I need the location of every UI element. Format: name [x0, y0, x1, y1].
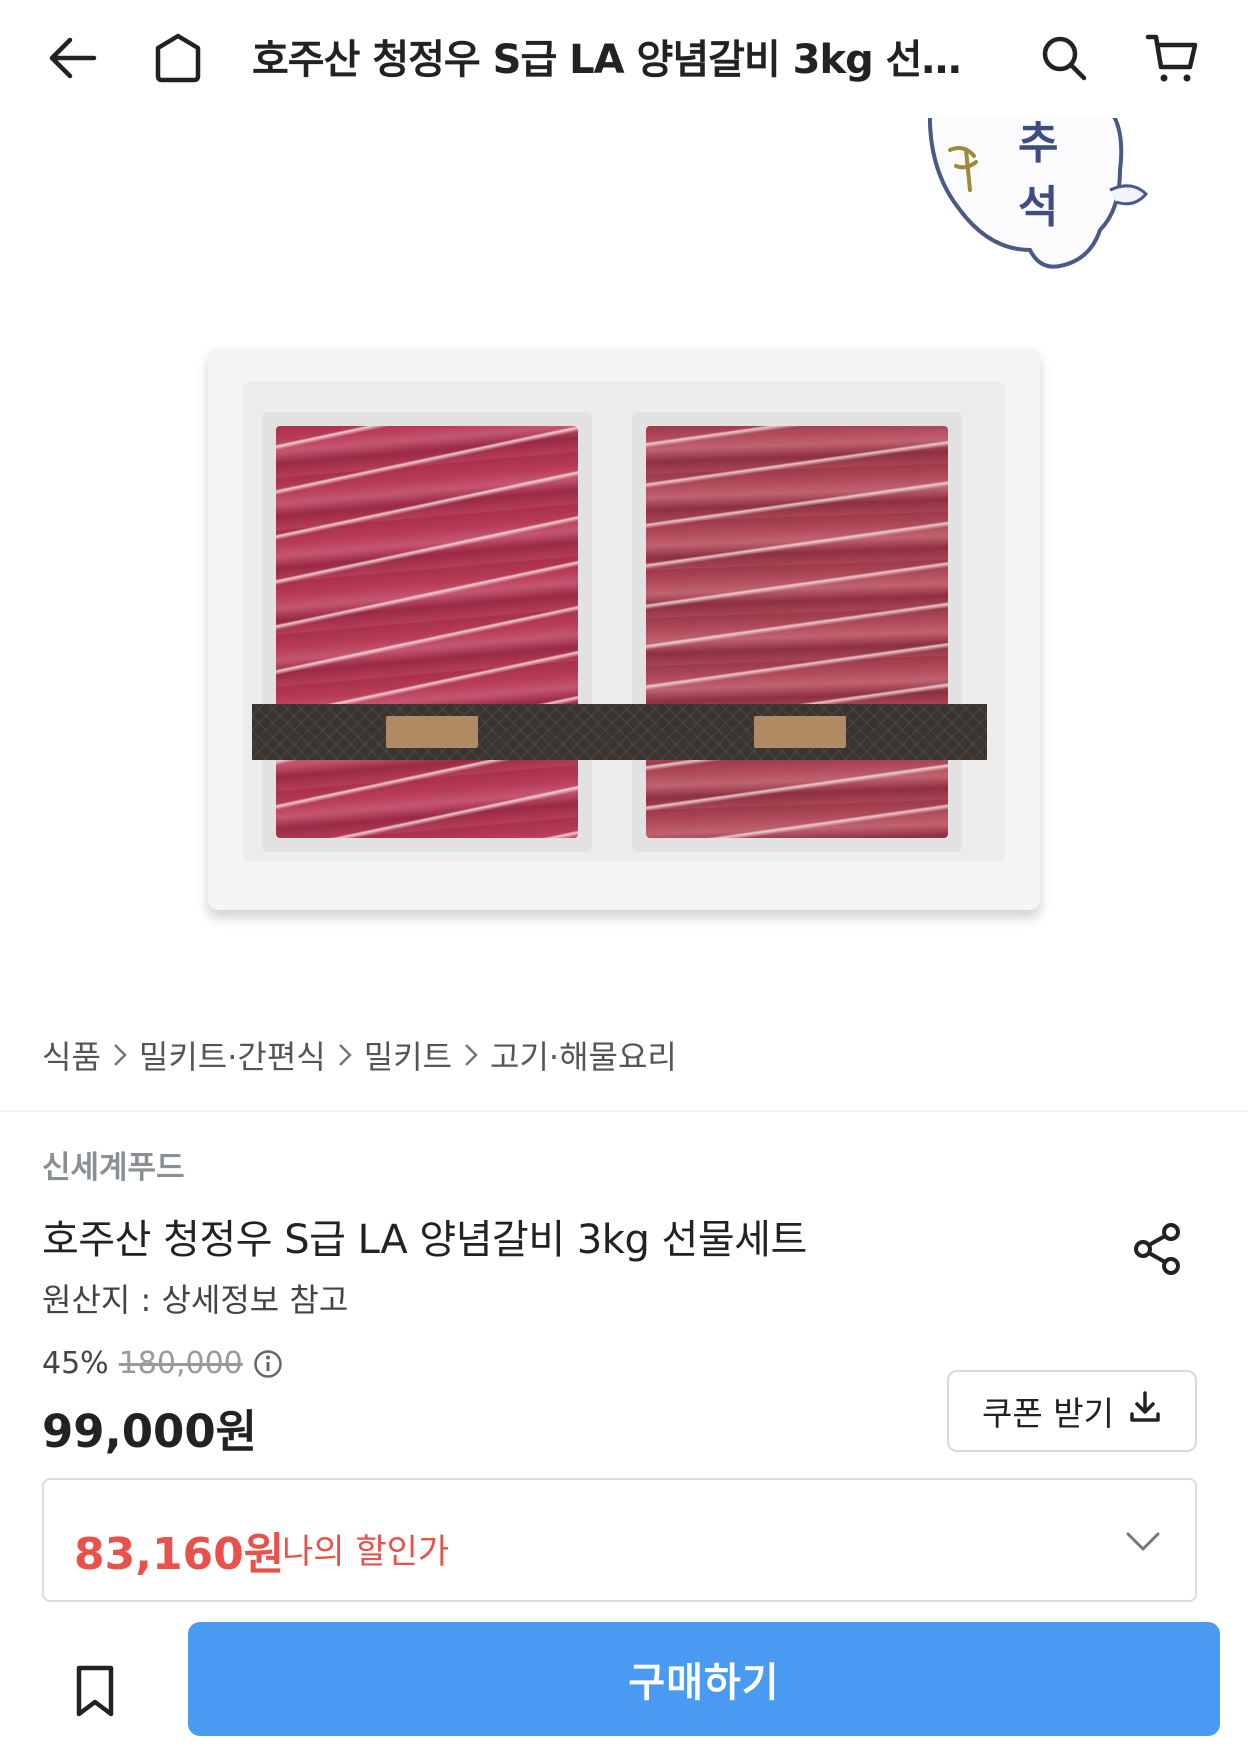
badge-text-2: 석 — [1018, 182, 1058, 233]
chevron-right-icon — [464, 1043, 478, 1067]
search-icon[interactable] — [1032, 26, 1096, 90]
tray-compartment-right — [632, 412, 962, 852]
origin-info: 원산지 : 상세정보 참고 — [42, 1281, 349, 1319]
tray-compartment-left — [262, 412, 592, 852]
share-icon[interactable] — [1130, 1218, 1186, 1280]
my-discount-price: 83,160원 — [74, 1529, 285, 1580]
discount-rate: 45% — [42, 1346, 109, 1381]
top-bar: 호주산 청정우 S급 LA 양념갈비 3kg 선물세트 — [0, 0, 1248, 118]
cart-icon[interactable] — [1140, 26, 1204, 90]
chevron-right-icon — [113, 1043, 127, 1067]
home-icon[interactable] — [146, 26, 210, 90]
gift-tray — [208, 348, 1040, 910]
original-price: 180,000 — [118, 1346, 243, 1381]
discount-row: 45% 180,000 — [42, 1346, 283, 1381]
galbi-meat-right — [646, 426, 948, 838]
sale-price: 99,000원 — [42, 1405, 258, 1458]
buy-button[interactable]: 구매하기 — [188, 1622, 1220, 1736]
download-icon — [1128, 1390, 1162, 1432]
bottom-action-bar: 구매하기 — [0, 1622, 1248, 1759]
breadcrumb-item-mealkit-convenience[interactable]: 밀키트·간편식 — [139, 1032, 326, 1078]
breadcrumb-item-mealkit[interactable]: 밀키트 — [364, 1032, 452, 1078]
band-label-right — [754, 716, 846, 748]
section-divider — [0, 1110, 1248, 1112]
package-band — [252, 704, 987, 760]
back-icon[interactable] — [40, 26, 104, 90]
page-title: 호주산 청정우 S급 LA 양념갈비 3kg 선물세트 — [252, 37, 972, 83]
my-discount-price-box[interactable]: 83,160원 나의 할인가 — [42, 1478, 1197, 1602]
my-discount-label: 나의 할인가 — [282, 1532, 450, 1572]
breadcrumb-item-meat-seafood[interactable]: 고기·해물요리 — [490, 1032, 677, 1078]
coupon-button-label: 쿠폰 받기 — [982, 1394, 1114, 1433]
breadcrumb: 식품 밀키트·간편식 밀키트 고기·해물요리 — [42, 1030, 677, 1080]
brand-name[interactable]: 신세계푸드 — [42, 1142, 185, 1187]
bookmark-icon[interactable] — [64, 1656, 126, 1726]
galbi-meat-left — [276, 426, 578, 838]
product-image[interactable]: 추 석 — [0, 118, 1248, 998]
chevron-down-icon[interactable] — [1121, 1520, 1165, 1564]
chuseok-badge: 추 석 — [920, 118, 1180, 280]
coupon-button[interactable]: 쿠폰 받기 — [947, 1370, 1197, 1452]
info-icon[interactable] — [253, 1349, 283, 1379]
product-title: 호주산 청정우 S급 LA 양념갈비 3kg 선물세트 — [42, 1217, 807, 1263]
tray-inner — [242, 382, 1006, 862]
band-label-left — [386, 716, 478, 748]
breadcrumb-item-food[interactable]: 식품 — [42, 1032, 101, 1078]
chevron-right-icon — [338, 1043, 352, 1067]
badge-text-1: 추 — [1018, 118, 1058, 169]
